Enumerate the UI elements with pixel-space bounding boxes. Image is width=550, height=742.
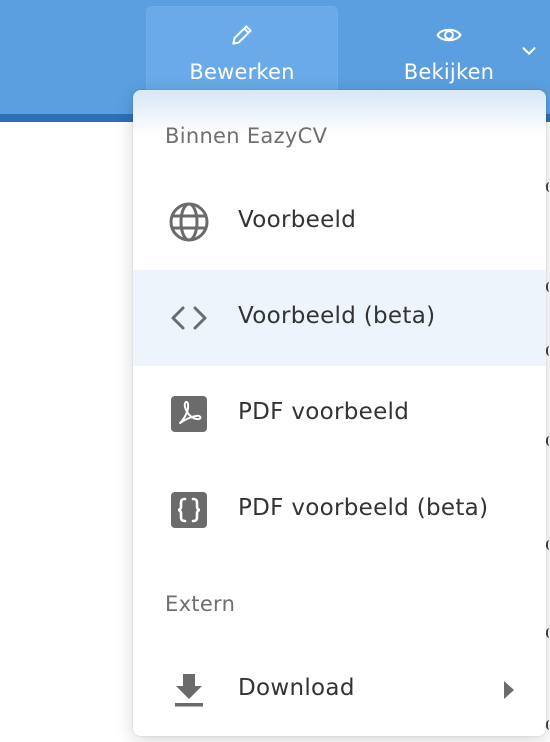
menu-item-label: Voorbeeld <box>238 207 357 233</box>
page-edge-mark <box>546 282 550 292</box>
page-edge-mark <box>546 720 550 730</box>
download-icon <box>175 674 203 707</box>
view-dropdown-menu: Binnen EazyCV Voorbeeld Voorbeeld (beta)… <box>133 90 546 736</box>
code-braces-box-icon <box>171 492 207 528</box>
page-edge-mark <box>546 628 550 638</box>
menu-item-pdf-preview-beta[interactable]: PDF voorbeeld (beta) <box>133 462 546 558</box>
menu-item-preview[interactable]: Voorbeeld <box>133 174 546 270</box>
view-button-label: Bekijken <box>403 60 495 84</box>
menu-item-label: Voorbeeld (beta) <box>238 303 436 329</box>
code-icon <box>171 306 207 330</box>
page-edge-mark <box>546 346 550 356</box>
view-button[interactable]: Bekijken <box>352 6 546 94</box>
globe-icon <box>169 202 209 242</box>
page-edge-mark <box>546 540 550 550</box>
menu-item-label: Download <box>238 675 355 701</box>
pencil-icon <box>232 25 252 45</box>
edit-button[interactable]: Bewerken <box>146 6 338 94</box>
chevron-down-icon[interactable] <box>518 40 540 62</box>
chevron-right-icon <box>504 681 514 699</box>
menu-item-pdf-preview[interactable]: PDF voorbeeld <box>133 366 546 462</box>
page-edge-mark <box>546 182 550 192</box>
pdf-icon <box>171 396 207 432</box>
eye-icon <box>436 28 462 42</box>
section-header-internal: Binnen EazyCV <box>165 124 328 148</box>
menu-item-label: PDF voorbeeld (beta) <box>238 495 489 521</box>
menu-item-label: PDF voorbeeld <box>238 399 410 425</box>
section-header-external: Extern <box>165 592 236 616</box>
page-edge-mark <box>546 436 550 446</box>
menu-item-preview-beta[interactable]: Voorbeeld (beta) <box>133 270 546 366</box>
edit-button-label: Bewerken <box>189 60 295 84</box>
menu-item-download[interactable]: Download <box>133 642 546 736</box>
